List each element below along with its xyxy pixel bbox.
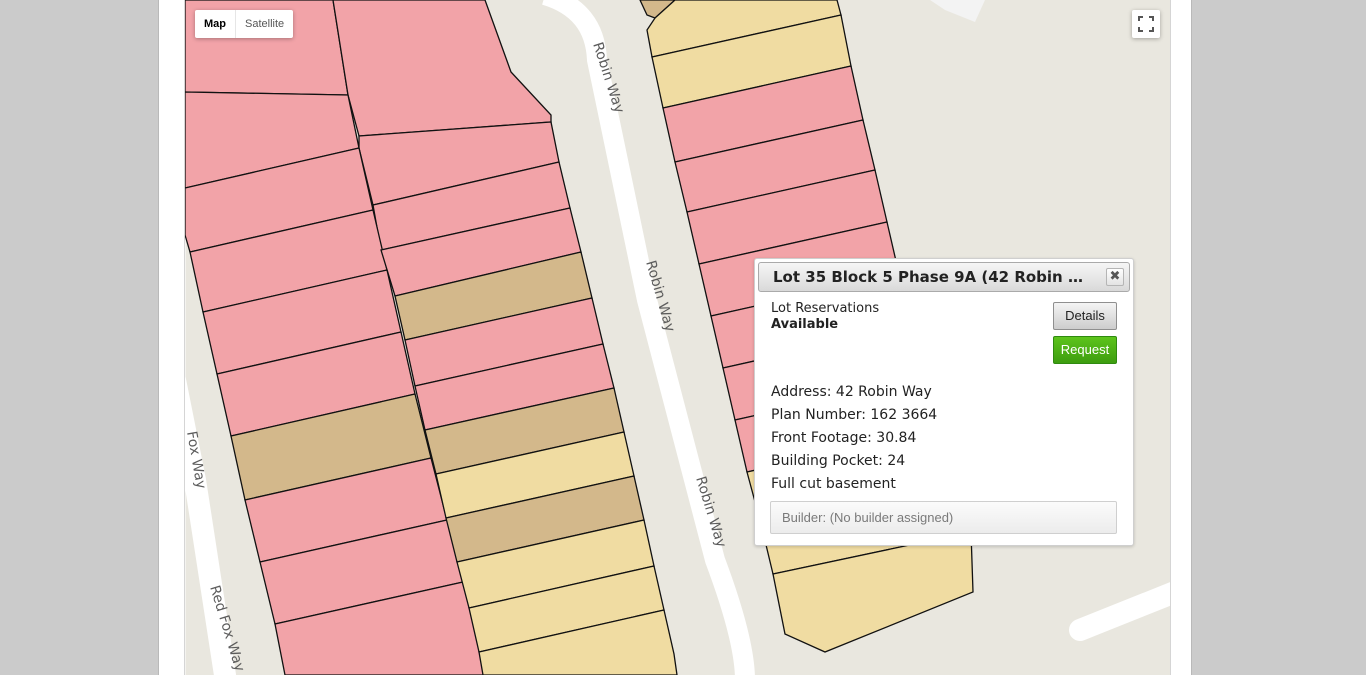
lot-reservations-label: Lot Reservations — [771, 301, 880, 316]
lot[interactable] — [332, 0, 552, 137]
lot-info-list: Address: 42 Robin Way Plan Number: 162 3… — [771, 381, 937, 496]
map-view-button[interactable]: Map — [195, 10, 236, 38]
details-button[interactable]: Details — [1053, 302, 1117, 330]
close-icon: ✖ — [1109, 269, 1121, 284]
lot-info-popup: Lot 35 Block 5 Phase 9A (42 Robin Way) ✖… — [754, 258, 1134, 546]
popup-title: Lot 35 Block 5 Phase 9A (42 Robin Way) — [773, 268, 1091, 286]
building-pocket-line: Building Pocket: 24 — [771, 453, 906, 469]
fullscreen-button[interactable] — [1132, 10, 1160, 38]
plan-number-line: Plan Number: 162 3664 — [771, 407, 938, 423]
map-type-control: Map Satellite — [195, 10, 294, 38]
front-footage-line: Front Footage: 30.84 — [771, 430, 917, 446]
popup-header: Lot 35 Block 5 Phase 9A (42 Robin Way) ✖ — [758, 262, 1130, 292]
close-button[interactable]: ✖ — [1106, 268, 1124, 286]
lot-status-value: Available — [771, 317, 839, 332]
basement-line: Full cut basement — [771, 476, 896, 492]
satellite-view-button[interactable]: Satellite — [236, 10, 293, 38]
red-fox-way-road — [185, 375, 236, 675]
side-road — [1069, 582, 1170, 641]
address-line: Address: 42 Robin Way — [771, 384, 932, 400]
request-button[interactable]: Request — [1053, 336, 1117, 364]
fullscreen-icon — [1138, 16, 1154, 32]
builder-field: Builder: (No builder assigned) — [770, 501, 1117, 534]
